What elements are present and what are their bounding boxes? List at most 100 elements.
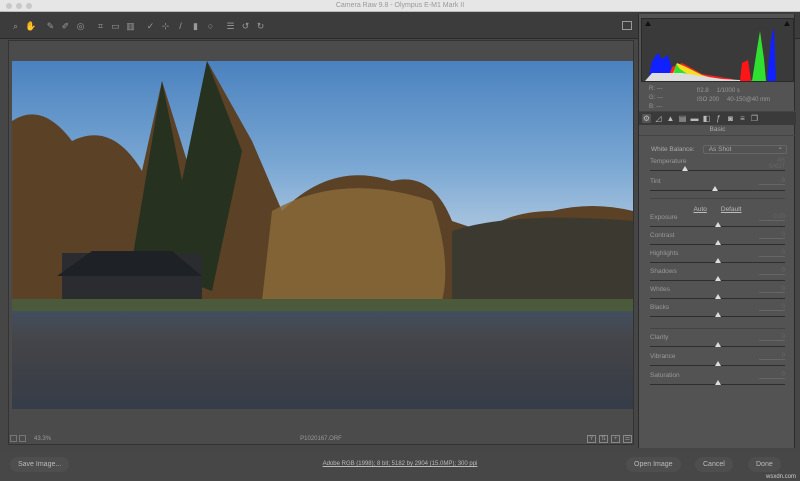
- slider-thumb[interactable]: [714, 240, 721, 245]
- preview-area: [8, 40, 634, 445]
- tab-presets-icon[interactable]: ≡: [738, 114, 747, 123]
- slider-value-input[interactable]: 0.00: [759, 214, 785, 221]
- tab-snapshots-icon[interactable]: ❐: [750, 114, 759, 123]
- slider-tint: Tint -9: [650, 178, 785, 196]
- tab-lens-icon[interactable]: ◧: [702, 114, 711, 123]
- zoom-tool-icon[interactable]: ⌕: [10, 21, 21, 32]
- straighten-tool-icon[interactable]: ▭: [110, 21, 121, 32]
- slider-contrast: Contrast 0: [650, 232, 785, 250]
- slider-shadows: Shadows 0: [650, 268, 785, 286]
- slider-label: Exposure: [650, 214, 678, 221]
- menu-icon[interactable]: ☰: [623, 434, 632, 443]
- divider: [650, 198, 785, 199]
- slider-label: Clarity: [650, 334, 669, 341]
- spot-removal-icon[interactable]: ✓: [145, 21, 156, 32]
- slider-vibrance: Vibrance 0: [650, 353, 785, 371]
- slider-thumb[interactable]: [711, 186, 718, 191]
- white-balance-select[interactable]: As Shot: [702, 144, 787, 154]
- slider-thumb[interactable]: [714, 361, 721, 366]
- cancel-button[interactable]: Cancel: [695, 457, 733, 472]
- slider-value-input[interactable]: 0: [759, 286, 785, 293]
- status-row: 43.3% P1020167.ORF Y ⇅ + ☰: [8, 432, 634, 445]
- tab-tone-curve-icon[interactable]: ◿: [654, 114, 663, 123]
- slider-value-input[interactable]: 0: [759, 304, 785, 311]
- radial-filter-icon[interactable]: ○: [205, 21, 216, 32]
- slider-label: Shadows: [650, 268, 677, 275]
- graduated-filter-icon[interactable]: ▮: [190, 21, 201, 32]
- copy-settings-icon[interactable]: +: [611, 434, 620, 443]
- slider-value-input[interactable]: -9: [759, 178, 785, 185]
- save-image-button[interactable]: Save Image...: [10, 457, 70, 472]
- tab-camera-calibration-icon[interactable]: ◙: [726, 114, 735, 123]
- tab-hsl-icon[interactable]: ▤: [678, 114, 687, 123]
- blue-readout: B: ---: [649, 104, 663, 110]
- hand-tool-icon[interactable]: ✋: [25, 21, 36, 32]
- slider-thumb[interactable]: [714, 312, 721, 317]
- slider-value-input[interactable]: 0: [759, 372, 785, 379]
- tab-detail-icon[interactable]: ▲: [666, 114, 675, 123]
- red-readout: R: ---: [649, 86, 663, 92]
- adjustment-brush-icon[interactable]: /: [175, 21, 186, 32]
- rotate-cw-icon[interactable]: ↻: [255, 21, 266, 32]
- section-title: Basic: [639, 126, 796, 136]
- before-after-icon[interactable]: Y: [587, 434, 596, 443]
- white-balance-row: White Balance: As Shot: [651, 144, 787, 154]
- slider-thumb[interactable]: [682, 166, 689, 171]
- bottom-bar: Save Image... Adobe RGB (1998); 8 bit; 5…: [0, 450, 800, 481]
- transform-tool-icon[interactable]: ▥: [125, 21, 136, 32]
- rotate-ccw-icon[interactable]: ↺: [240, 21, 251, 32]
- landscape-image: [12, 61, 633, 409]
- done-button[interactable]: Done: [748, 457, 781, 472]
- histogram-graph: [645, 27, 776, 81]
- crop-tool-icon[interactable]: ⌗: [95, 21, 106, 32]
- targeted-adjustment-icon[interactable]: ◎: [75, 21, 86, 32]
- slider-exposure: Exposure 0.00: [650, 214, 785, 232]
- iso: ISO 200: [697, 97, 720, 103]
- slider-saturation: Saturation 0: [650, 372, 785, 390]
- default-link[interactable]: Default: [721, 206, 742, 213]
- slider-value-input[interactable]: 0: [759, 232, 785, 239]
- swap-icon[interactable]: ⇅: [599, 434, 608, 443]
- color-sampler-icon[interactable]: ✐: [60, 21, 71, 32]
- slider-label: Saturation: [650, 372, 680, 379]
- shadow-clipping-icon[interactable]: [645, 21, 651, 26]
- divider: [650, 328, 785, 329]
- preferences-icon[interactable]: ☰: [225, 21, 236, 32]
- slider-track[interactable]: [650, 170, 785, 171]
- green-readout: G: ---: [649, 95, 663, 101]
- slider-whites: Whites 0: [650, 286, 785, 304]
- slider-label: Tint: [650, 178, 661, 185]
- slider-value-input[interactable]: 0: [759, 334, 785, 341]
- slider-label: Temperature: [650, 158, 687, 165]
- slider-thumb[interactable]: [714, 258, 721, 263]
- slider-thumb[interactable]: [714, 276, 721, 281]
- slider-thumb[interactable]: [714, 380, 721, 385]
- slider-label: Contrast: [650, 232, 675, 239]
- slider-temperature: Temperature AS SHOT: [650, 158, 785, 176]
- slider-clarity: Clarity 0: [650, 334, 785, 352]
- slider-thumb[interactable]: [714, 342, 721, 347]
- tab-split-toning-icon[interactable]: ▬: [690, 114, 699, 123]
- white-balance-tool-icon[interactable]: ✎: [45, 21, 56, 32]
- slider-thumb[interactable]: [714, 222, 721, 227]
- fullscreen-icon[interactable]: [622, 21, 632, 30]
- slider-thumb[interactable]: [714, 294, 721, 299]
- aperture: f/2.8: [697, 88, 709, 94]
- tab-effects-icon[interactable]: ƒ: [714, 114, 723, 123]
- workflow-options-link[interactable]: Adobe RGB (1998); 8 bit; 5182 by 2904 (1…: [323, 461, 478, 467]
- window-title: Camera Raw 9.8 - Olympus E-M1 Mark II: [335, 2, 465, 9]
- tab-basic-icon[interactable]: ⚙: [642, 114, 651, 123]
- red-eye-icon[interactable]: ⊹: [160, 21, 171, 32]
- open-image-button[interactable]: Open Image: [626, 457, 681, 472]
- highlight-clipping-icon[interactable]: [784, 21, 790, 26]
- adjustments-panel: R: --- G: --- B: --- f/2.8 1/1000 s ISO 200 4…: [638, 14, 796, 448]
- shutter-speed: 1/1000 s: [716, 88, 740, 94]
- slider-value-input[interactable]: 0: [759, 268, 785, 275]
- auto-link[interactable]: Auto: [694, 206, 707, 213]
- watermark: wsxdn.com: [765, 474, 796, 480]
- photo-preview[interactable]: [12, 61, 633, 409]
- slider-value-input[interactable]: 0: [759, 250, 785, 257]
- white-balance-label: White Balance:: [651, 146, 695, 153]
- slider-blacks: Blacks 0: [650, 304, 785, 322]
- slider-value-input[interactable]: 0: [759, 353, 785, 360]
